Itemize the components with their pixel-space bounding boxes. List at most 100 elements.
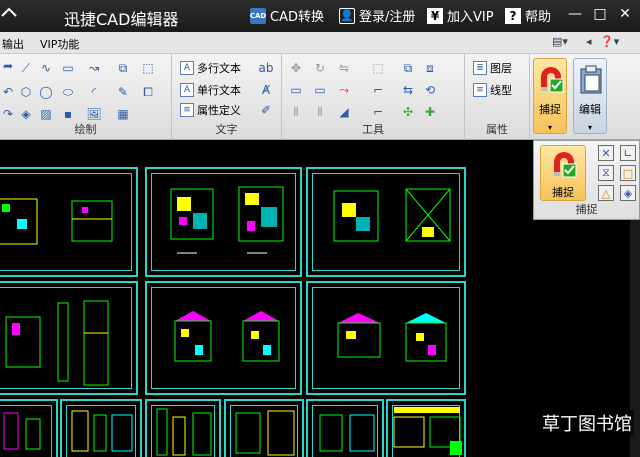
singleline-text-icon: A <box>180 83 194 97</box>
linetype-icon: ≡ <box>473 83 487 97</box>
arrow-icon[interactable]: ➦ <box>0 58 16 74</box>
text-edit-icon[interactable]: Ⱥ <box>258 82 274 98</box>
back-icon[interactable]: ◂ <box>586 35 592 48</box>
group-draw-label: 绘制 <box>74 123 97 136</box>
drawing-sheet[interactable] <box>145 399 221 457</box>
snap-endpoint-icon[interactable]: □ <box>620 165 636 181</box>
circle-icon[interactable]: ◯ <box>38 84 54 100</box>
menu-output[interactable]: 输出 <box>2 36 24 52</box>
drawing-sheet[interactable] <box>306 399 384 457</box>
vip-button[interactable]: ¥ 加入VIP <box>427 6 494 25</box>
polyline-icon[interactable]: ∿ <box>38 60 54 76</box>
array-icon[interactable]: ⧉ <box>400 60 416 76</box>
drawing-sheet[interactable] <box>0 281 138 395</box>
multiline-text-label: 多行文本 <box>197 62 241 75</box>
group-text-label: 文字 <box>215 123 238 136</box>
extend-icon[interactable]: ⫴ <box>312 104 328 120</box>
copy-icon[interactable]: ⧠ <box>140 84 156 100</box>
edit-button[interactable]: 编辑 ▾ <box>573 58 607 134</box>
login-button[interactable]: 👤 登录/注册 <box>339 6 415 25</box>
detail-drawing <box>235 410 295 456</box>
chamfer-icon[interactable]: ◢ <box>336 104 352 120</box>
fillet-icon[interactable]: ⌐ <box>370 104 386 120</box>
join-icon[interactable]: ▭ <box>312 82 328 98</box>
group-tools: ✥ ↻ ⇋ ⬚ ⧉ ⧈ ▭ ▭ ⤳ ⌐ ⇆ ⟲ ⫴ ⫴ ◢ ⌐ ✣ ✚ 工具 <box>282 54 465 140</box>
linetype-label: 线型 <box>490 84 512 97</box>
attr-def-button[interactable]: ≡ 属性定义 <box>180 102 241 118</box>
layer-button[interactable]: ≣ 图层 <box>473 60 512 76</box>
region-icon[interactable]: ◈ <box>18 106 34 122</box>
drawing-sheet[interactable] <box>0 399 58 457</box>
spline-icon[interactable]: ↝ <box>86 60 102 76</box>
show-icon[interactable]: ✚ <box>422 104 438 120</box>
point-icon[interactable]: ▪ <box>60 106 76 122</box>
ellipse-icon[interactable]: ⬭ <box>60 84 76 100</box>
snap-center-icon[interactable]: ◈ <box>620 185 636 201</box>
scale-icon[interactable]: ⬚ <box>370 60 386 76</box>
rectangle-icon[interactable]: ▭ <box>60 60 76 76</box>
brush-icon[interactable]: ✎ <box>115 84 131 100</box>
snap-midpoint-icon[interactable]: ⧖ <box>598 165 614 181</box>
drawing-sheet[interactable] <box>306 167 466 277</box>
layer-label: 图层 <box>490 62 512 75</box>
help-button[interactable]: ? 帮助 <box>505 6 551 25</box>
text-style-icon[interactable]: ab <box>258 60 274 76</box>
menu-vip[interactable]: VIP功能 <box>40 36 79 52</box>
close-button[interactable]: ✕ <box>617 6 633 22</box>
drawing-sheet[interactable] <box>224 399 304 457</box>
redo-icon[interactable]: ↷ <box>0 106 16 122</box>
drawing-sheet[interactable] <box>145 167 302 277</box>
linetype-button[interactable]: ≡ 线型 <box>473 82 512 98</box>
minimize-button[interactable]: — <box>567 6 583 22</box>
popup-snap-button[interactable]: 捕捉 <box>540 145 586 201</box>
drawing-sheet[interactable] <box>306 281 466 395</box>
block-icon[interactable]: ⧉ <box>115 60 131 76</box>
stretch-icon[interactable]: ⫴ <box>288 104 304 120</box>
rotate-icon[interactable]: ↻ <box>312 60 328 76</box>
quick-access-customize-icon[interactable]: ▤▾ <box>552 35 568 48</box>
singleline-text-button[interactable]: A 单行文本 <box>180 82 241 98</box>
select-icon[interactable]: ⬚ <box>140 60 156 76</box>
align-icon[interactable]: ⇆ <box>400 82 416 98</box>
snap-button[interactable]: 捕捉 ▾ <box>533 58 567 134</box>
drawing-sheet[interactable] <box>0 167 138 277</box>
move-icon[interactable]: ✥ <box>288 60 304 76</box>
attr-def-label: 属性定义 <box>197 104 241 117</box>
help-label: 帮助 <box>525 10 552 25</box>
detail-drawing <box>71 410 133 452</box>
help-circle-icon[interactable]: ❓▾ <box>600 35 619 48</box>
snap-tangent-icon[interactable]: △ <box>598 185 614 201</box>
section-drawing <box>5 300 109 386</box>
singleline-text-label: 单行文本 <box>197 84 241 97</box>
trim-icon[interactable]: ⌐ <box>370 82 386 98</box>
measure-icon[interactable]: ⟲ <box>422 82 438 98</box>
image-icon[interactable]: 🖼 <box>86 106 102 122</box>
cad-convert-button[interactable]: CAD CAD转换 <box>250 6 324 25</box>
app-title: 迅捷CAD编辑器 <box>64 10 179 29</box>
mirror-icon[interactable]: ⇋ <box>336 60 352 76</box>
text-find-icon[interactable]: ✐ <box>258 102 274 118</box>
multiline-text-button[interactable]: A 多行文本 <box>180 60 241 76</box>
offset-icon[interactable]: ⤳ <box>336 82 352 98</box>
hide-icon[interactable]: ✣ <box>400 104 416 120</box>
snap-label: 捕捉 <box>539 103 561 116</box>
drawing-sheet[interactable] <box>60 399 142 457</box>
line-icon[interactable]: ⟋ <box>18 60 34 76</box>
snap-perpendicular-icon[interactable]: ∟ <box>620 145 636 161</box>
polygon-icon[interactable]: ⬡ <box>18 84 34 100</box>
break-icon[interactable]: ▭ <box>288 82 304 98</box>
hatch-icon[interactable]: ▨ <box>38 106 54 122</box>
floor-plan-drawing <box>333 188 451 242</box>
snap-dropdown-icon[interactable]: ▾ <box>534 123 566 132</box>
popup-snap-label: 捕捉 <box>552 186 574 199</box>
explode-icon[interactable]: ⧈ <box>422 60 438 76</box>
snap-popup: 捕捉 ✕ ∟ ⧖ □ △ ◈ 捕捉 <box>533 140 640 220</box>
drawing-sheet[interactable] <box>145 281 302 395</box>
maximize-button[interactable]: □ <box>592 6 608 22</box>
edit-dropdown-icon[interactable]: ▾ <box>574 123 606 132</box>
snap-intersection-icon[interactable]: ✕ <box>598 145 614 161</box>
table-icon[interactable]: ▦ <box>115 106 131 122</box>
undo-icon[interactable]: ↶ <box>0 84 16 100</box>
arc-icon[interactable]: ◜ <box>86 84 102 100</box>
drawing-sheet[interactable] <box>386 399 466 457</box>
